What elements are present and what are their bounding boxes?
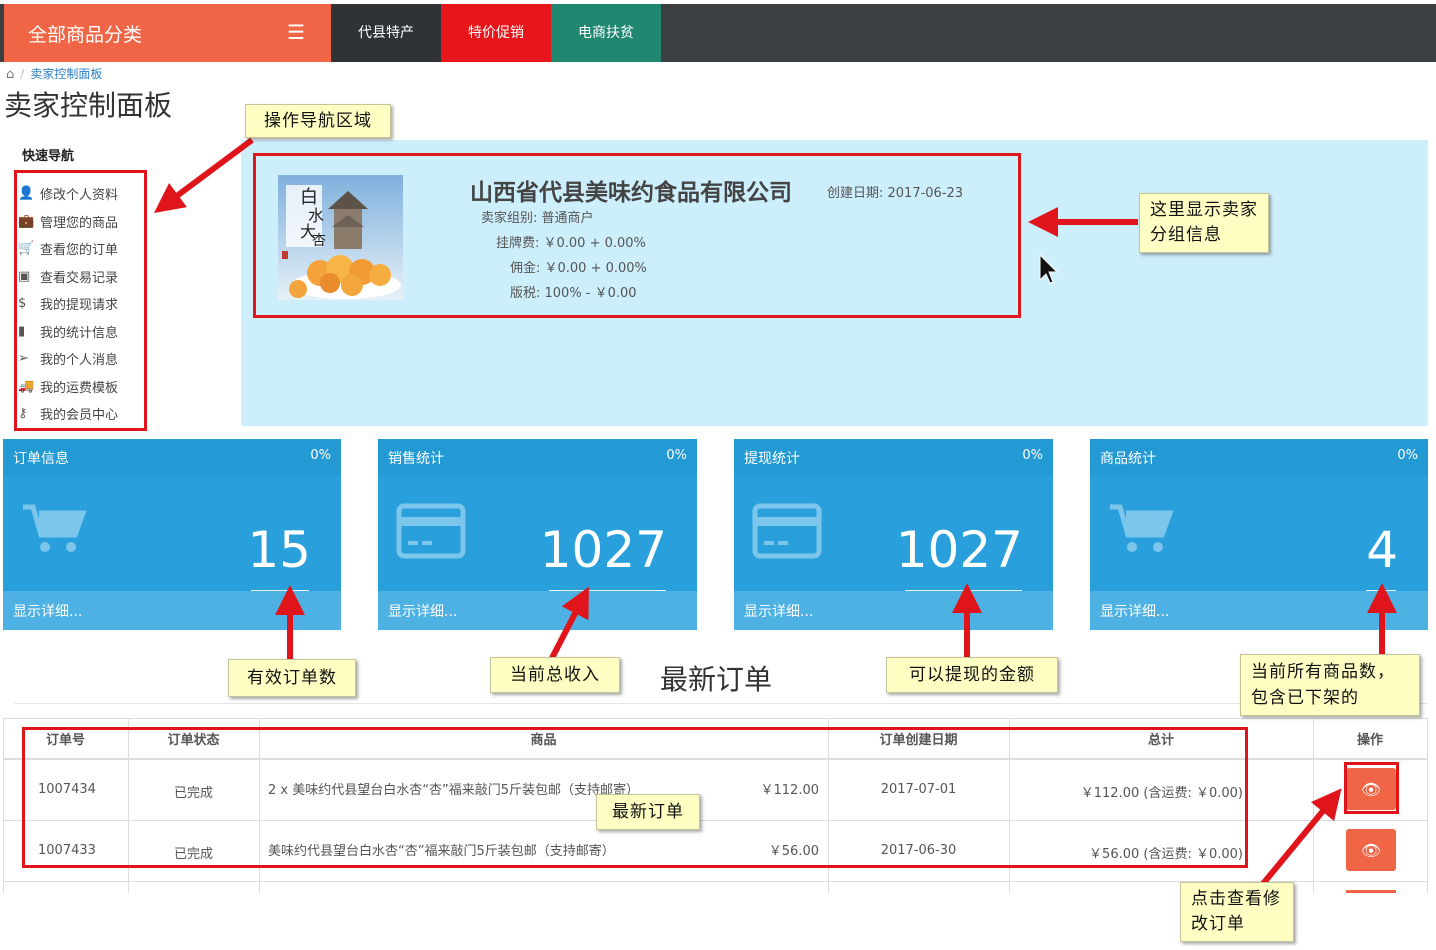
annotation-valid-orders: 有效订单数: [228, 659, 356, 697]
annotation-arrows: [153, 137, 1397, 887]
annotation-latest-orders: 最新订单: [596, 794, 700, 830]
annotation-view-edit: 点击查看修改订单: [1180, 882, 1294, 942]
mouse-cursor-icon: [1039, 253, 1059, 284]
annotation-product-count: 当前所有商品数，包含已下架的: [1240, 654, 1420, 716]
annotation-withdrawable: 可以提现的金额: [886, 657, 1058, 693]
annotation-total-income: 当前总收入: [490, 657, 620, 693]
annotation-nav-area: 操作导航区域: [245, 104, 391, 138]
annotation-seller-group: 这里显示卖家分组信息: [1139, 193, 1269, 253]
